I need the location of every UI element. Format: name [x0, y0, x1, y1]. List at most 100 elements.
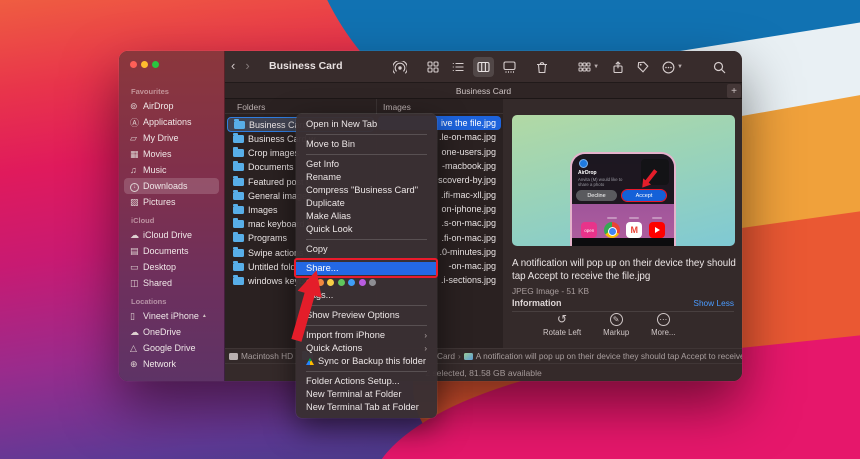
submenu-arrow-icon: › — [424, 331, 427, 340]
my-drive-icon: ▱ — [130, 132, 137, 143]
sidebar-item-music[interactable]: ♫ Music — [124, 162, 219, 178]
eject-icon[interactable]: ▲ — [202, 313, 207, 319]
airdrop-icon: ⊚ — [130, 100, 138, 111]
tag-green[interactable] — [337, 278, 345, 286]
sidebar-item-airdrop[interactable]: ⊚ AirDrop — [124, 98, 219, 114]
path-item-folder[interactable]: Card — [437, 351, 455, 361]
sidebar-item-movies[interactable]: ▦ Movies — [124, 146, 219, 162]
tag-blue[interactable] — [348, 278, 355, 286]
menu-item-new-terminal[interactable]: New Terminal at Folder — [296, 388, 437, 401]
preview-image[interactable]: AirDrop Anvita (M) would like to share a… — [512, 115, 735, 246]
tab-bar: Business Card + — [225, 83, 742, 99]
gallery-view-icon[interactable] — [499, 57, 520, 77]
airdrop-dialog: AirDrop Anvita (M) would like to share a… — [577, 159, 635, 189]
add-tab-button[interactable]: + — [727, 84, 741, 98]
icon-view-icon[interactable] — [423, 57, 443, 77]
sidebar-item-vineet-iphone[interactable]: ▯ Vineet iPhone ▲ — [124, 308, 219, 324]
menu-item-get-info[interactable]: Get Info — [296, 158, 437, 171]
folder-icon — [233, 246, 244, 257]
sidebar-item-documents[interactable]: ▤ Documents — [124, 243, 219, 259]
menu-item-make-alias[interactable]: Make Alias — [296, 210, 437, 223]
chevron-down-icon: ▼ — [593, 64, 600, 70]
menu-item-show-preview-options[interactable]: Show Preview Options — [296, 309, 437, 322]
minimize-button[interactable] — [141, 61, 148, 68]
phone-mockup: AirDrop Anvita (M) would like to share a… — [570, 152, 676, 246]
sidebar-section-label: Favourites — [131, 87, 169, 96]
rotate-left-icon: ↺ — [557, 312, 568, 326]
tab-business-card[interactable]: Business Card — [456, 86, 511, 96]
images-column-header: Images — [383, 102, 411, 112]
share-icon[interactable] — [608, 57, 628, 77]
more-icon: ⋯ — [656, 313, 670, 326]
rotate-left-button[interactable]: ↺ Rotate Left — [543, 312, 581, 338]
zoom-button[interactable] — [152, 61, 159, 68]
show-less-link[interactable]: Show Less — [693, 298, 734, 308]
markup-button[interactable]: ✎ Markup — [603, 313, 629, 337]
sidebar: Favourites ⊚ AirDrop Ⓐ Applications ▱ My Dr… — [119, 51, 225, 381]
folder-icon — [233, 260, 244, 271]
sidebar-item-pictures[interactable]: ▨ Pictures — [124, 194, 219, 210]
tag-purple[interactable] — [358, 278, 366, 286]
menu-item-import-from-iphone[interactable]: Import from iPhone › — [296, 329, 437, 342]
menu-item-rename[interactable]: Rename — [296, 171, 437, 184]
menu-item-duplicate[interactable]: Duplicate — [296, 197, 437, 210]
back-button[interactable]: ‹ — [231, 58, 235, 73]
folder-icon — [233, 218, 244, 229]
menu-item-open-in-new-tab[interactable]: Open in New Tab — [296, 118, 437, 131]
network-icon: ⊕ — [130, 358, 138, 369]
sidebar-section-label: Locations — [131, 297, 167, 306]
folder-icon — [233, 204, 244, 215]
search-icon[interactable] — [709, 57, 730, 77]
menu-item-compress[interactable]: Compress "Business Card" — [296, 184, 437, 197]
sidebar-item-shared[interactable]: ◫ Shared — [124, 275, 219, 291]
tag-icon[interactable] — [633, 57, 653, 77]
decline-button: Decline — [576, 190, 617, 201]
close-button[interactable] — [130, 61, 137, 68]
menu-item-quick-actions[interactable]: Quick Actions › — [296, 342, 437, 355]
column-view-icon[interactable] — [473, 57, 495, 77]
airdrop-toolbar-icon[interactable] — [389, 57, 411, 77]
sidebar-item-google-drive[interactable]: △ Google Drive — [124, 340, 219, 356]
sidebar-item-onedrive[interactable]: ☁ OneDrive — [124, 324, 219, 340]
more-button[interactable]: ⋯ More... — [651, 313, 675, 337]
sidebar-section-icloud: iCloud ☁ iCloud Drive ▤ Documents ▭ Desktop… — [119, 216, 224, 291]
sidebar-section-locations: Locations ▯ Vineet iPhone ▲ ☁ OneDrive △ Goo… — [119, 297, 224, 372]
forward-button[interactable]: › — [245, 58, 249, 73]
menu-item-copy[interactable]: Copy — [296, 243, 437, 256]
menu-item-quick-look[interactable]: Quick Look — [296, 223, 437, 236]
group-icon[interactable]: ▼ — [574, 57, 603, 77]
iphone-icon: ▯ — [130, 310, 135, 321]
accept-button: Accept — [621, 189, 667, 202]
folder-icon — [234, 118, 245, 129]
sidebar-item-my-drive[interactable]: ▱ My Drive — [124, 130, 219, 146]
toolbar: ▼ ▼ — [389, 57, 730, 77]
window-title: Business Card — [269, 60, 343, 72]
folder-icon — [233, 175, 244, 186]
menu-item-new-terminal-tab[interactable]: New Terminal Tab at Folder — [296, 401, 437, 414]
sidebar-item-icloud-drive[interactable]: ☁ iCloud Drive — [124, 227, 219, 243]
sidebar-item-downloads[interactable]: ↓ Downloads — [124, 178, 219, 194]
sidebar-item-desktop[interactable]: ▭ Desktop — [124, 259, 219, 275]
bin-icon[interactable] — [532, 57, 552, 77]
sidebar-section-label: iCloud — [131, 216, 155, 225]
airdrop-icon — [579, 159, 588, 168]
more-actions-icon[interactable]: ▼ — [658, 57, 687, 77]
menu-item-move-to-bin[interactable]: Move to Bin — [296, 138, 437, 151]
tag-yellow[interactable] — [327, 278, 334, 286]
sidebar-item-applications[interactable]: Ⓐ Applications — [124, 114, 219, 130]
menu-item-folder-actions-setup[interactable]: Folder Actions Setup... — [296, 375, 437, 388]
sidebar-item-network[interactable]: ⊕ Network — [124, 356, 219, 372]
title-bar: ‹ › Business Card ▼ ▼ — [225, 51, 742, 83]
tag-gray[interactable] — [369, 278, 376, 286]
icloud-drive-icon: ☁ — [130, 229, 139, 240]
folder-icon — [233, 232, 244, 243]
path-item-disk[interactable]: Macintosh HD — [241, 351, 293, 361]
youtube-app-icon — [648, 217, 665, 238]
preview-actions: ↺ Rotate Left ✎ Markup ⋯ More... — [543, 312, 675, 338]
google-drive-icon — [306, 358, 314, 365]
menu-item-sync-or-backup[interactable]: Sync or Backup this folder — [296, 355, 437, 368]
status-text: 2 selected, 81.58 GB available — [425, 367, 542, 378]
applications-icon: Ⓐ — [130, 117, 140, 128]
path-item-file[interactable]: A notification will pop up on their devi… — [476, 351, 742, 361]
list-view-icon[interactable] — [448, 57, 468, 77]
